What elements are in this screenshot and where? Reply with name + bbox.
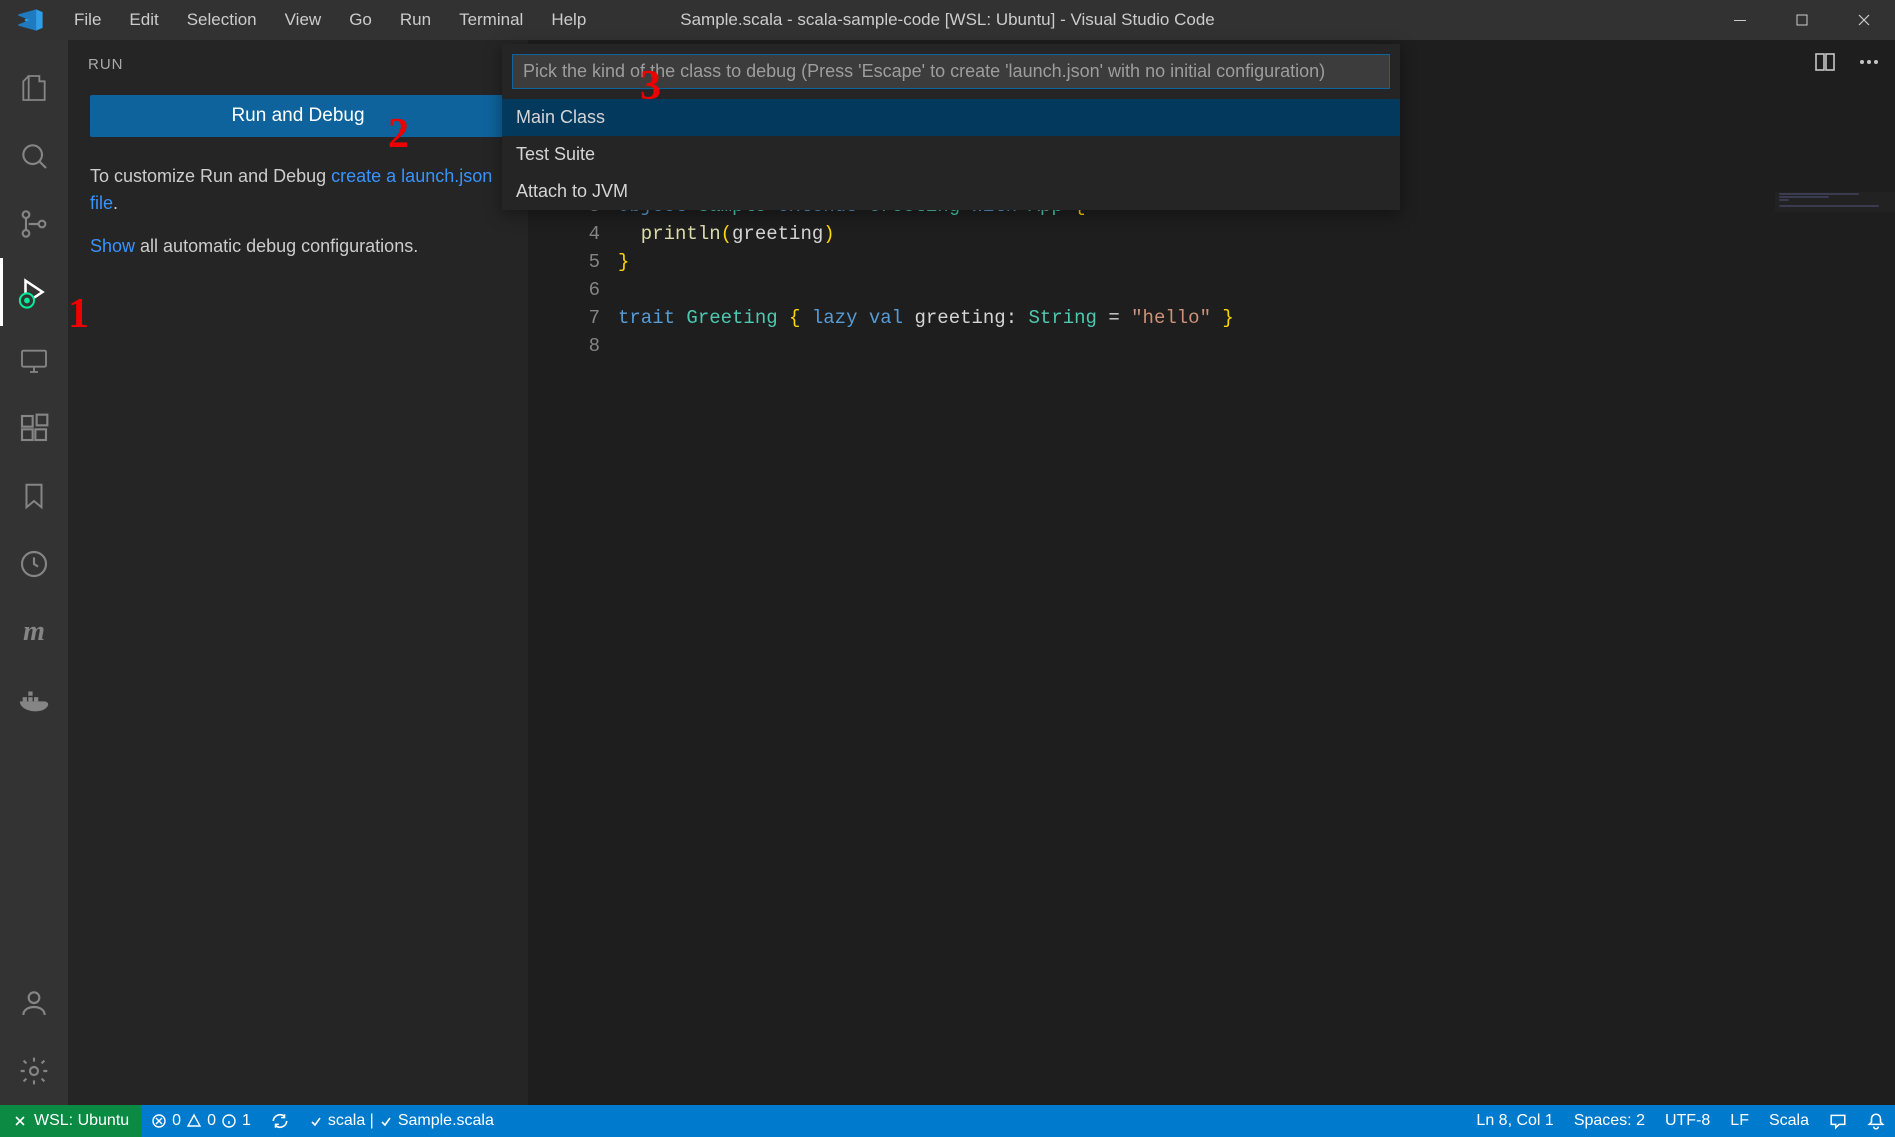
remote-indicator[interactable]: WSL: Ubuntu (0, 1105, 141, 1137)
code-token: = (1108, 307, 1131, 329)
activity-bar: m (0, 40, 68, 1105)
code-token: ) (823, 223, 834, 245)
code-token: : (1006, 307, 1029, 329)
menu-selection[interactable]: Selection (173, 0, 271, 40)
line-num: 8 (528, 332, 600, 360)
menu-bar: File Edit Selection View Go Run Terminal… (60, 0, 600, 40)
show-text: Show all automatic debug configurations. (90, 233, 506, 260)
vscode-logo-icon (12, 2, 48, 38)
indentation-status[interactable]: Spaces: 2 (1564, 1105, 1655, 1137)
show-post: all automatic debug configurations. (135, 236, 418, 256)
account-icon[interactable] (0, 969, 68, 1037)
run-sidebar: RUN Run and Debug To customize Run and D… (68, 40, 528, 1105)
menu-go[interactable]: Go (335, 0, 386, 40)
sidebar-title: RUN (68, 40, 528, 83)
docker-icon[interactable] (0, 666, 68, 734)
editor-content[interactable]: 3 4 5 6 7 8 object Sample extends Greeti… (528, 84, 1895, 1105)
run-and-debug-button[interactable]: Run and Debug (90, 95, 506, 137)
notifications-icon[interactable] (1857, 1105, 1895, 1137)
more-actions-icon[interactable] (1857, 50, 1881, 74)
line-num: 5 (528, 248, 600, 276)
line-number-gutter: 3 4 5 6 7 8 (528, 84, 618, 1105)
bookmark-icon[interactable] (0, 462, 68, 530)
customize-text: To customize Run and Debug create a laun… (90, 163, 506, 217)
problems-indicator[interactable]: 0 0 1 (141, 1105, 261, 1137)
maximize-button[interactable] (1771, 0, 1833, 40)
quick-pick: Main Class Test Suite Attach to JVM (502, 44, 1400, 210)
status-bar: WSL: Ubuntu 0 0 1 scala | Sample.scala L… (0, 1105, 1895, 1137)
file-label: Sample.scala (398, 1112, 494, 1130)
settings-gear-icon[interactable] (0, 1037, 68, 1105)
run-debug-icon[interactable] (0, 258, 68, 326)
customize-post: . (113, 193, 118, 213)
line-num: 7 (528, 304, 600, 332)
code-area[interactable]: object Sample extends Greeting with App … (618, 84, 1895, 1105)
menu-view[interactable]: View (271, 0, 336, 40)
remote-explorer-icon[interactable] (0, 326, 68, 394)
code-token: } (1222, 307, 1233, 329)
line-num: 6 (528, 276, 600, 304)
quick-pick-input[interactable] (512, 54, 1390, 89)
info-count: 1 (242, 1112, 251, 1130)
close-button[interactable] (1833, 0, 1895, 40)
language-mode[interactable]: Scala (1759, 1105, 1819, 1137)
cursor-position[interactable]: Ln 8, Col 1 (1466, 1105, 1563, 1137)
menu-run[interactable]: Run (386, 0, 445, 40)
eol-status[interactable]: LF (1720, 1105, 1759, 1137)
remote-label: WSL: Ubuntu (34, 1112, 129, 1130)
quick-pick-item-attach-jvm[interactable]: Attach to JVM (502, 173, 1400, 210)
split-editor-icon[interactable] (1813, 50, 1837, 74)
code-token: greeting (914, 307, 1005, 329)
code-token: String (1029, 307, 1109, 329)
search-icon[interactable] (0, 122, 68, 190)
feedback-icon[interactable] (1819, 1105, 1857, 1137)
error-count: 0 (172, 1112, 181, 1130)
extensions-icon[interactable] (0, 394, 68, 462)
customize-pre: To customize Run and Debug (90, 166, 331, 186)
source-control-icon[interactable] (0, 190, 68, 258)
minimize-button[interactable] (1709, 0, 1771, 40)
quick-pick-list: Main Class Test Suite Attach to JVM (502, 99, 1400, 210)
language-server-status[interactable]: scala | Sample.scala (299, 1105, 504, 1137)
menu-file[interactable]: File (60, 0, 115, 40)
code-token: Greeting (686, 307, 789, 329)
code-token: "hello" (1131, 307, 1222, 329)
menu-edit[interactable]: Edit (115, 0, 172, 40)
menu-help[interactable]: Help (537, 0, 600, 40)
menu-terminal[interactable]: Terminal (445, 0, 537, 40)
code-token: lazy (812, 307, 869, 329)
quick-pick-item-main-class[interactable]: Main Class (502, 99, 1400, 136)
encoding-status[interactable]: UTF-8 (1655, 1105, 1720, 1137)
minimap[interactable] (1775, 192, 1895, 212)
window-title: Sample.scala - scala-sample-code [WSL: U… (680, 10, 1215, 30)
lang-server-label: scala | (328, 1112, 374, 1130)
explorer-icon[interactable] (0, 54, 68, 122)
timeline-icon[interactable] (0, 530, 68, 598)
code-token: val (869, 307, 915, 329)
code-token: { (789, 307, 812, 329)
code-token: } (618, 251, 629, 273)
warning-count: 0 (207, 1112, 216, 1130)
metals-icon[interactable]: m (0, 598, 68, 666)
code-token: trait (618, 307, 686, 329)
code-token: ( (721, 223, 732, 245)
line-num: 4 (528, 220, 600, 248)
code-token: println (618, 223, 721, 245)
titlebar: File Edit Selection View Go Run Terminal… (0, 0, 1895, 40)
quick-pick-item-test-suite[interactable]: Test Suite (502, 136, 1400, 173)
code-token: greeting (732, 223, 823, 245)
sync-indicator[interactable] (261, 1105, 299, 1137)
show-configs-link[interactable]: Show (90, 236, 135, 256)
